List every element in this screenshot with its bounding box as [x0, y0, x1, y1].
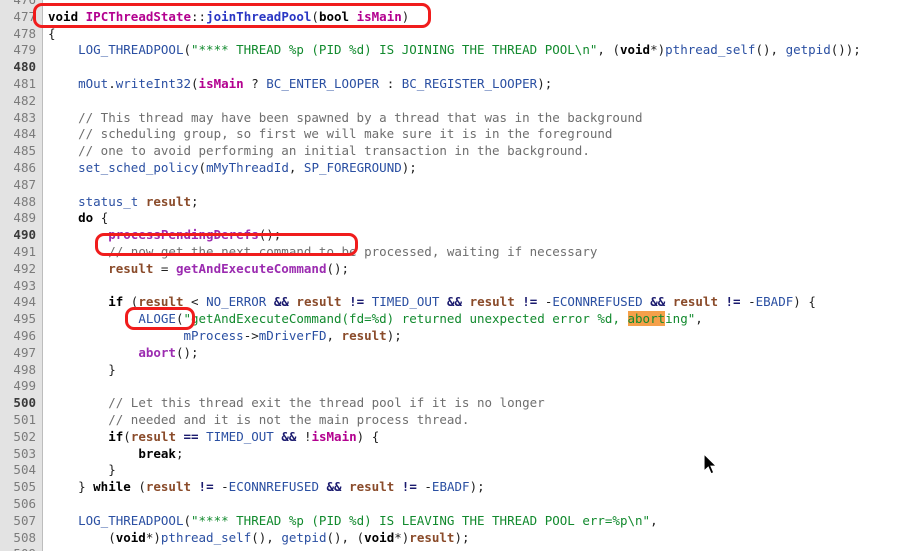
line-number: 484 [13, 126, 36, 142]
line-number: 500 [13, 395, 36, 411]
line-number: 490 [13, 227, 36, 243]
line-number: 502 [13, 428, 36, 444]
code-line-text[interactable]: LOG_THREADPOOL("**** THREAD %p (PID %d) … [48, 42, 861, 59]
code-line-text[interactable]: void IPCThreadState::joinThreadPool(bool… [48, 9, 409, 26]
code-line[interactable]: 483 // This thread may have been spawned… [0, 110, 908, 127]
code-text-area[interactable]: 476477 void IPCThreadState::joinThreadPoo… [0, 0, 908, 551]
line-number: 487 [13, 176, 36, 192]
line-number: 489 [13, 210, 36, 226]
code-line-text[interactable]: // now get the next command to be proces… [48, 244, 597, 261]
code-line[interactable]: 491 // now get the next command to be pr… [0, 244, 908, 261]
code-line-text[interactable]: abort(); [48, 345, 198, 362]
code-line[interactable]: 489 do { [0, 210, 908, 227]
line-number: 496 [13, 328, 36, 343]
code-line[interactable]: 505 } while (result != -ECONNREFUSED && … [0, 479, 908, 496]
code-line-text[interactable]: set_sched_policy(mMyThreadId, SP_FOREGRO… [48, 160, 417, 177]
code-line[interactable]: 494 if (result < NO_ERROR && result != T… [0, 294, 908, 311]
code-line[interactable]: 493 [0, 278, 908, 295]
code-line[interactable]: 480 [0, 59, 908, 76]
code-line-text[interactable]: } [48, 462, 116, 479]
line-number: 477 [13, 8, 36, 24]
code-line-text[interactable]: (void*)pthread_self(), getpid(), (void*)… [48, 530, 469, 547]
code-line[interactable]: 484 // scheduling group, so first we wil… [0, 126, 908, 143]
line-number: 506 [13, 496, 36, 511]
code-line[interactable]: 499 [0, 378, 908, 395]
line-number: 478 [13, 25, 36, 41]
code-line-text[interactable]: mProcess->mDriverFD, result); [48, 328, 401, 345]
line-number: 485 [13, 143, 36, 159]
code-line-text[interactable]: status_t result; [48, 194, 198, 211]
code-line[interactable]: 492 result = getAndExecuteCommand(); [0, 261, 908, 278]
line-number: 488 [13, 193, 36, 209]
code-line-text[interactable]: LOG_THREADPOOL("**** THREAD %p (PID %d) … [48, 513, 658, 530]
code-line[interactable]: 500 // Let this thread exit the thread p… [0, 395, 908, 412]
code-line[interactable]: 502 if(result == TIMED_OUT && !isMain) { [0, 429, 908, 446]
line-number: 476 [0, 0, 36, 9]
code-line[interactable]: 497 abort(); [0, 345, 908, 362]
code-line-text[interactable]: processPendingDerefs(); [48, 227, 281, 244]
code-viewer: 476477 void IPCThreadState::joinThreadPoo… [0, 0, 908, 551]
code-line[interactable]: 482 [0, 93, 908, 110]
line-number: 499 [13, 378, 36, 394]
code-line[interactable]: 496 mProcess->mDriverFD, result); [0, 328, 908, 345]
code-line[interactable]: 508 (void*)pthread_self(), getpid(), (vo… [0, 530, 908, 547]
line-number: 498 [13, 361, 36, 377]
code-line[interactable]: 488 status_t result; [0, 194, 908, 211]
code-line[interactable]: 485 // one to avoid performing an initia… [0, 143, 908, 160]
code-line-text[interactable]: } [48, 362, 116, 379]
code-line-text[interactable]: // needed and it is not the main process… [48, 412, 469, 429]
line-number: 481 [13, 76, 36, 91]
line-number: 504 [13, 462, 36, 478]
code-line-text[interactable]: result = getAndExecuteCommand(); [48, 261, 349, 278]
code-line[interactable]: 495 ALOGE("getAndExecuteCommand(fd=%d) r… [0, 311, 908, 328]
code-line[interactable]: 479 LOG_THREADPOOL("**** THREAD %p (PID … [0, 42, 908, 59]
code-line[interactable]: 504 } [0, 462, 908, 479]
line-number: 494 [13, 294, 36, 310]
code-line[interactable]: 490 processPendingDerefs(); [0, 227, 908, 244]
line-number: 491 [13, 244, 36, 259]
code-line[interactable]: 509 [0, 546, 908, 551]
code-line[interactable]: 487 [0, 177, 908, 194]
code-line[interactable]: 476 [0, 0, 908, 9]
code-line-text[interactable]: if (result < NO_ERROR && result != TIMED… [48, 294, 816, 311]
code-line[interactable]: 477 void IPCThreadState::joinThreadPool(b… [0, 9, 908, 26]
code-line[interactable]: 506 [0, 496, 908, 513]
line-number: 501 [13, 412, 36, 427]
code-line[interactable]: 503 break; [0, 446, 908, 463]
line-number: 493 [13, 277, 36, 293]
line-number: 497 [13, 344, 36, 360]
code-line-text[interactable]: ALOGE("getAndExecuteCommand(fd=%d) retur… [48, 311, 703, 328]
code-line[interactable]: 486 set_sched_policy(mMyThreadId, SP_FOR… [0, 160, 908, 177]
code-line-text[interactable]: // This thread may have been spawned by … [48, 110, 642, 127]
code-line-text[interactable]: } while (result != -ECONNREFUSED && resu… [48, 479, 485, 496]
line-number: 508 [13, 529, 36, 545]
line-number: 505 [13, 479, 36, 495]
line-number: 486 [13, 160, 36, 175]
code-line-text[interactable]: { [48, 26, 56, 43]
code-line[interactable]: 501 // needed and it is not the main pro… [0, 412, 908, 429]
line-number: 480 [13, 59, 36, 75]
line-number: 503 [13, 445, 36, 461]
code-line-text[interactable]: mOut.writeInt32(isMain ? BC_ENTER_LOOPER… [48, 76, 552, 93]
code-line[interactable]: 507 LOG_THREADPOOL("**** THREAD %p (PID … [0, 513, 908, 530]
code-line[interactable]: 498 } [0, 362, 908, 379]
code-line-text[interactable]: // scheduling group, so first we will ma… [48, 126, 612, 143]
line-number: 495 [13, 311, 36, 327]
code-line-text[interactable]: break; [48, 446, 183, 463]
code-line-text[interactable]: do { [48, 210, 108, 227]
line-number: 483 [13, 109, 36, 125]
line-number: 479 [13, 42, 36, 58]
code-line[interactable]: 478 { [0, 26, 908, 43]
code-line-text[interactable]: if(result == TIMED_OUT && !isMain) { [48, 429, 379, 446]
line-number: 492 [13, 260, 36, 276]
code-line[interactable]: 481 mOut.writeInt32(isMain ? BC_ENTER_LO… [0, 76, 908, 93]
code-line-text[interactable]: // Let this thread exit the thread pool … [48, 395, 545, 412]
line-number: 507 [13, 512, 36, 528]
line-number: 509 [0, 546, 36, 551]
line-number: 482 [13, 92, 36, 108]
code-line-text[interactable]: // one to avoid performing an initial tr… [48, 143, 590, 160]
